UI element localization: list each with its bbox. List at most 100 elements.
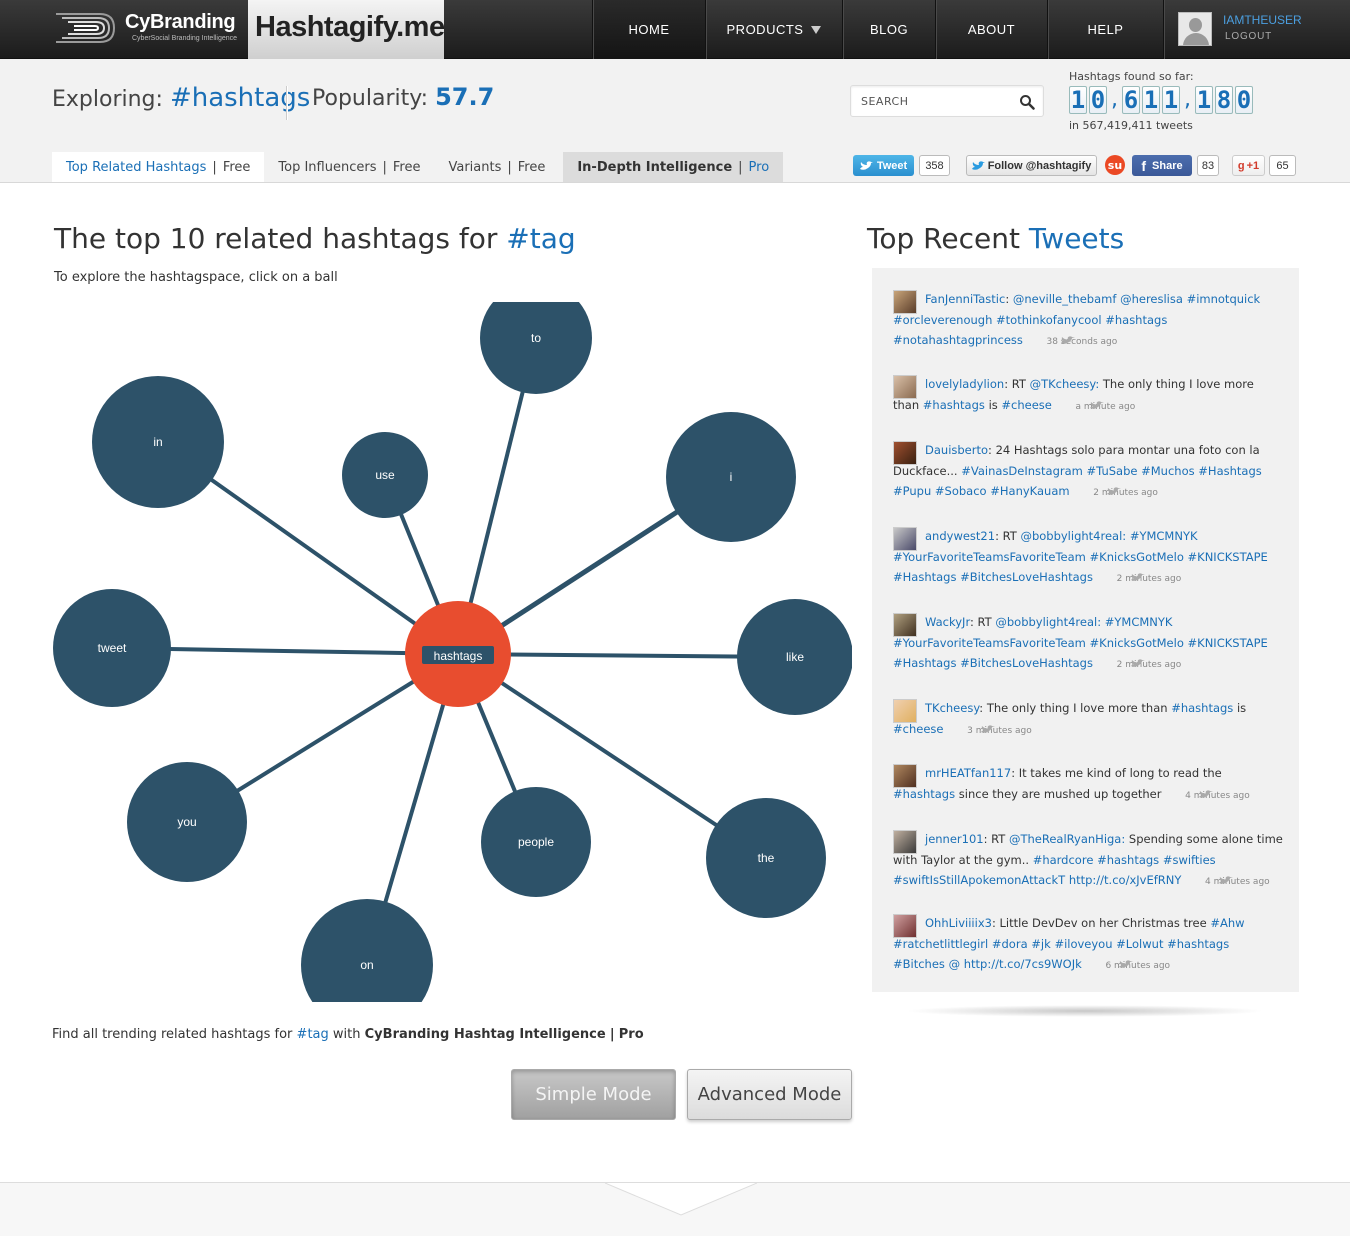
hashtag-link[interactable]: #hashtags [923,398,985,412]
tab-top-influencers[interactable]: Top Influencers | Free [264,152,434,182]
hashtag-ball[interactable]: i [666,412,796,542]
retweet-bird-icon[interactable] [1075,482,1122,495]
hashtag-ball[interactable]: on [301,899,433,1002]
hashtag-link[interactable]: #hardcore [1033,853,1094,867]
tweet-avatar[interactable] [893,375,917,399]
tweet-avatar[interactable] [893,830,917,854]
hashtag-link[interactable]: #BitchesLoveHashtags [960,656,1093,670]
hashtag-link[interactable]: #cheese [893,722,943,736]
hashtag-link[interactable]: #VainasDeInstagram [961,464,1083,478]
hashtag-link[interactable]: #YMCMNYK [1130,529,1198,543]
google-plus-button[interactable]: g +1 [1232,155,1265,176]
hashtag-link[interactable]: #Ahw [1210,916,1244,930]
hashtag-link[interactable]: #swiftIsStillApokemonAttackT [893,873,1065,887]
hashtag-link[interactable]: #Pupu [893,484,931,498]
hashtag-link[interactable]: #TuSabe [1087,464,1138,478]
tab-in-depth-intelligence[interactable]: In-Depth Intelligence | Pro [563,152,784,182]
search-box[interactable]: SEARCH [850,85,1044,117]
hashtag-link[interactable]: #swifties [1163,853,1216,867]
hashtag-ball-circle[interactable] [301,899,433,1002]
mention-link[interactable]: @bobbylight4real: [995,615,1101,629]
hashtag-link[interactable]: #notahashtagprincess [893,333,1023,347]
hashtag-ball[interactable]: to [480,302,592,394]
nav-products[interactable]: PRODUCTS [705,0,842,59]
tweet-avatar[interactable] [893,527,917,551]
hashtag-link[interactable]: #tothinkofanycool [996,313,1102,327]
retweet-bird-icon[interactable] [1099,568,1145,581]
tweet-username[interactable]: OhhLiviiiix3 [925,916,992,930]
tweet-username[interactable]: Dauisberto [925,443,988,457]
hashtag-link[interactable]: #imnotquick [1187,292,1261,306]
nav-blog[interactable]: BLOG [842,0,935,59]
retweet-bird-icon[interactable] [1058,396,1104,409]
hashtag-ball[interactable]: like [737,599,852,715]
retweet-bird-icon[interactable] [1029,331,1075,344]
nav-about[interactable]: ABOUT [935,0,1047,59]
tweet-username[interactable]: FanJenniTastic [925,292,1005,306]
hashtag-link[interactable]: #hashtags [1097,853,1159,867]
promo-product[interactable]: CyBranding Hashtag Intelligence [365,1027,606,1042]
tweet-username[interactable]: lovelyladylion [925,377,1004,391]
hashtagify-logo[interactable]: Hashtagify.me [248,0,445,59]
hashtag-link[interactable]: #hashtags [893,787,955,801]
tweet-avatar[interactable] [893,613,917,637]
search-input[interactable]: SEARCH [861,95,909,108]
hashtag-link[interactable]: #Muchos [1141,464,1195,478]
hashtag-link[interactable]: #orcleverenough [893,313,992,327]
retweet-bird-icon[interactable] [1187,871,1234,884]
tweet-avatar[interactable] [893,914,917,938]
promo-pro-link[interactable]: Pro [619,1027,644,1042]
hashtag-link[interactable]: #dora [992,937,1028,951]
hashtag-ball[interactable]: use [342,432,428,518]
hashtag-link[interactable]: #hashtags [1167,937,1229,951]
hashtag-link[interactable]: #YourFavoriteTeamsFavoriteTeam [893,550,1086,564]
stumbleupon-icon[interactable]: su [1105,155,1125,175]
tweet-avatar[interactable] [893,441,917,465]
hashtag-ball[interactable]: you [127,762,247,882]
hashtag-link[interactable]: #cheese [1001,398,1051,412]
hashtag-ball[interactable]: in [92,376,224,508]
hashtag-link[interactable]: #jk [1031,937,1051,951]
tab-variants[interactable]: Variants | Free [434,152,559,182]
exploring-tag[interactable]: #hashtags [170,83,310,113]
tweet-avatar[interactable] [893,290,917,314]
hashtag-link[interactable]: #BitchesLoveHashtags [960,570,1093,584]
hashtag-ball[interactable]: tweet [53,589,171,707]
tweet-avatar[interactable] [893,764,917,788]
hashtag-ball[interactable]: the [706,798,826,918]
hashtag-link[interactable]: #YMCMNYK [1105,615,1173,629]
promo-tag-link[interactable]: #tag [297,1027,329,1042]
hashtag-link[interactable]: #Hashtags [1198,464,1261,478]
hashtag-link[interactable]: #Lolwut [1116,937,1163,951]
mention-link[interactable]: @hereslisa [1120,292,1183,306]
hashtag-link[interactable]: #HanyKauam [990,484,1069,498]
nav-help[interactable]: HELP [1047,0,1163,59]
tweet-username[interactable]: WackyJr [925,615,970,629]
retweet-bird-icon[interactable] [1167,785,1214,798]
tweet-avatar[interactable] [893,699,917,723]
nav-home[interactable]: HOME [592,0,705,59]
mention-link[interactable]: @ [949,957,961,971]
simple-mode-button[interactable]: Simple Mode [511,1069,676,1120]
tweet-username[interactable]: jenner101 [925,832,984,846]
hashtag-link[interactable]: #KNICKSTAPE [1188,550,1268,564]
hashtag-link[interactable]: #KNICKSTAPE [1188,636,1268,650]
hashtag-link[interactable]: #YourFavoriteTeamsFavoriteTeam [893,636,1086,650]
mention-link[interactable]: @TKcheesy: [1030,377,1100,391]
retweet-bird-icon[interactable] [1087,955,1134,968]
title-tag[interactable]: #tag [506,222,575,255]
tab-top-related-hashtags[interactable]: Top Related Hashtags | Free [52,152,265,182]
logout-link[interactable]: LOGOUT [1225,31,1272,42]
url-link[interactable]: http://t.co/xJvEfRNY [1069,873,1182,887]
hashtag-link[interactable]: #Bitches [893,957,945,971]
tweet-username[interactable]: mrHEATfan117 [925,766,1011,780]
url-link[interactable]: http://t.co/7cs9WOJk [964,957,1082,971]
hashtag-link[interactable]: #Sobaco [935,484,987,498]
hashtag-ball[interactable]: people [481,787,591,897]
retweet-bird-icon[interactable] [949,720,996,733]
hashtag-link[interactable]: #ratchetlittlegirl [893,937,988,951]
hashtag-ball-circle[interactable] [480,302,592,394]
follow-button[interactable]: Follow @hashtagify [966,155,1097,176]
hashtag-link[interactable]: #Hashtags [893,656,956,670]
hashtag-link[interactable]: #Hashtags [893,570,956,584]
